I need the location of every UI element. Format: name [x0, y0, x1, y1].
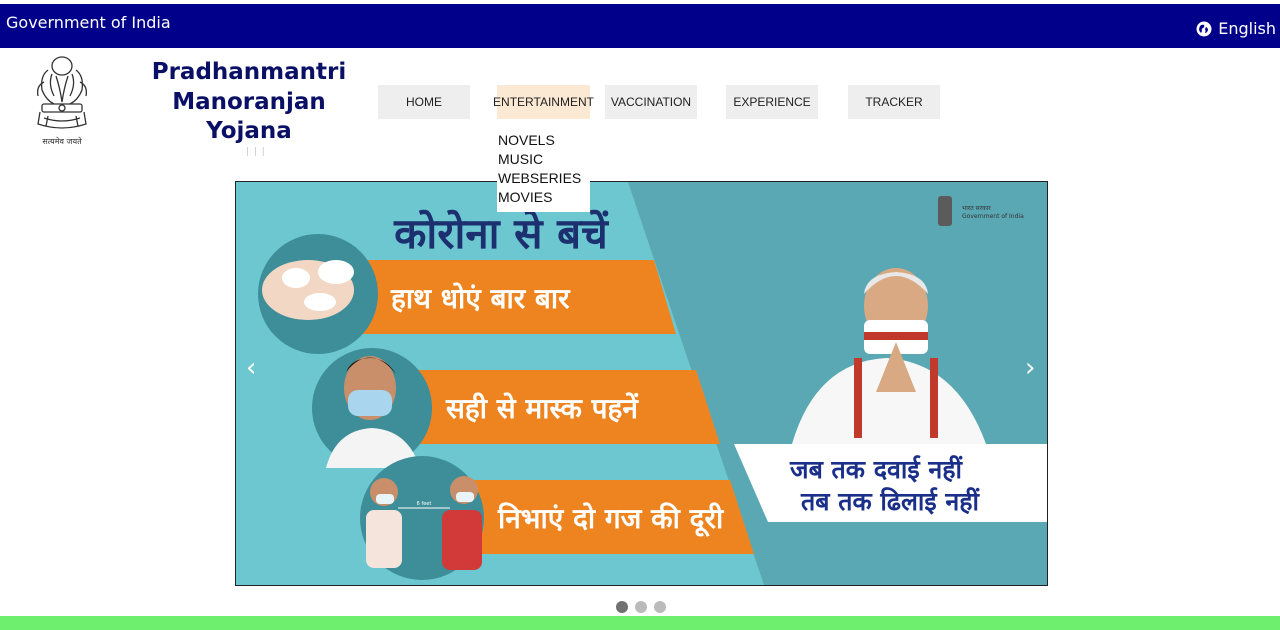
entertainment-dropdown: NOVELS MUSIC WEBSERIES MOVIES: [497, 129, 590, 212]
carousel-dot-3[interactable]: [654, 601, 666, 613]
language-label: English: [1218, 19, 1276, 38]
government-title: Government of India: [6, 13, 171, 32]
site-title-line3: Yojana: [206, 118, 292, 144]
carousel-dot-2[interactable]: [635, 601, 647, 613]
site-title-decoration: | | |: [246, 147, 266, 157]
nav-home[interactable]: HOME: [378, 85, 470, 119]
nav-tracker[interactable]: TRACKER: [848, 85, 940, 119]
national-emblem: सत्यमेव जयते: [26, 52, 98, 148]
social-distance-image: 6 feet: [360, 456, 484, 580]
site-title-line1: Pradhanmantri: [151, 59, 347, 85]
government-bar: Government of India English: [0, 4, 1280, 48]
footer-bar: [0, 616, 1280, 630]
dropdown-item-novels[interactable]: NOVELS: [497, 131, 590, 150]
dropdown-item-webseries[interactable]: WEBSERIES: [497, 169, 590, 188]
carousel-dot-1[interactable]: [616, 601, 628, 613]
banner-carousel: कोरोना से बचें हाथ धोएं बार बार सही से म…: [235, 181, 1048, 586]
slogan-line-2: तब तक ढिलाई नहीं: [800, 487, 980, 516]
nav-entertainment[interactable]: ENTERTAINMENT: [493, 85, 594, 119]
gov-logo-english: Government of India: [962, 213, 1024, 220]
carousel-indicators: [616, 601, 666, 613]
site-title: Pradhanmantri Manoranjan Yojana: [150, 58, 348, 147]
gov-logo-hindi: भारत सरकार: [962, 205, 991, 212]
site-title-line2: Manoranjan: [172, 88, 326, 115]
emblem-caption: सत्यमेव जयते: [42, 136, 82, 146]
tip-text-3: निभाएं दो गज की दूरी: [497, 502, 725, 537]
covid-banner-slide: कोरोना से बचें हाथ धोएं बार बार सही से म…: [236, 182, 1047, 585]
carousel-next-button[interactable]: ›: [1025, 355, 1035, 381]
nav-experience[interactable]: EXPERIENCE: [726, 85, 818, 119]
distance-label: 6 feet: [417, 501, 432, 507]
nav-vaccination[interactable]: VACCINATION: [605, 85, 697, 119]
tip-text-2: सही से मास्क पहनें: [445, 392, 639, 425]
carousel-prev-button[interactable]: ‹: [246, 355, 256, 381]
hand-wash-image: [258, 234, 378, 354]
slide-title: कोरोना से बचें: [393, 209, 609, 258]
dropdown-item-movies[interactable]: MOVIES: [497, 188, 590, 207]
language-selector[interactable]: English: [1196, 19, 1276, 38]
mask-person-image: [312, 348, 432, 468]
dropdown-item-music[interactable]: MUSIC: [497, 150, 590, 169]
ashoka-emblem-icon: सत्यमेव जयते: [36, 56, 88, 146]
slogan-line-1: जब तक दवाई नहीं: [789, 455, 963, 484]
tip-text-1: हाथ धोएं बार बार: [390, 282, 571, 315]
globe-icon: [1196, 21, 1212, 36]
